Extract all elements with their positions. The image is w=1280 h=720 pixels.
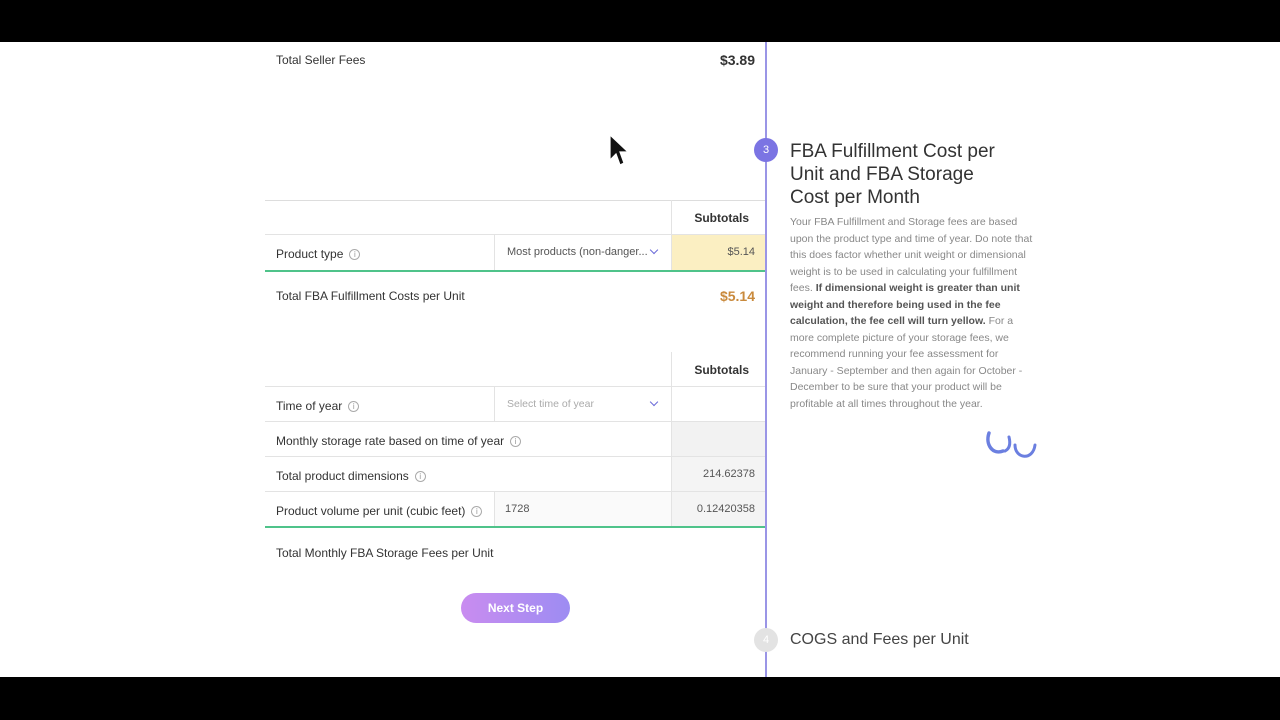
info-icon[interactable]: i [510, 436, 522, 448]
fulfillment-total-label: Total FBA Fulfillment Costs per Unit [276, 289, 465, 303]
step-3-badge[interactable]: 3 [754, 138, 778, 162]
step-4-title: COGS and Fees per Unit [790, 631, 969, 648]
product-type-subtotal-cell: $5.14 [672, 235, 765, 270]
mouse-cursor-icon [609, 134, 630, 166]
volume-cell: 0.12420358 [672, 492, 765, 526]
monthly-rate-label: Monthly storage rate based on time of ye… [276, 434, 522, 448]
section-divider [265, 526, 765, 528]
step-3-title: FBA Fulfillment Cost per Unit and FBA St… [790, 141, 995, 208]
info-icon[interactable]: i [414, 471, 426, 483]
info-icon[interactable]: i [349, 249, 361, 261]
chevron-down-icon [649, 397, 659, 407]
volume-input-value: 1728 [505, 503, 530, 515]
info-icon[interactable]: i [471, 506, 483, 518]
monthly-rate-cell [672, 422, 765, 456]
time-of-year-label: Time of year i [276, 399, 360, 413]
volume-input[interactable]: 1728 [495, 492, 671, 526]
step-3-description: Your FBA Fulfillment and Storage fees ar… [790, 216, 1033, 410]
dimensions-value: 214.62378 [703, 468, 755, 480]
seller-fees-value: $3.89 [719, 52, 755, 68]
calculator-page: Total Seller Fees $3.89 Subtotals Produc… [0, 42, 1280, 677]
info-icon[interactable]: i [348, 401, 360, 413]
volume-label: Product volume per unit (cubic feet) i [276, 504, 483, 518]
fulfillment-subtotals-header: Subtotals [694, 211, 749, 225]
volume-value: 0.12420358 [696, 503, 755, 515]
product-type-subtotal: $5.14 [727, 246, 755, 258]
dimensions-cell: 214.62378 [672, 457, 765, 491]
step-4-badge[interactable]: 4 [754, 628, 778, 652]
product-type-selected: Most products (non-danger... [507, 246, 648, 258]
dimensions-label: Total product dimensions i [276, 469, 426, 483]
table-top-border [265, 200, 765, 201]
section-divider [265, 270, 765, 272]
storage-total-label: Total Monthly FBA Storage Fees per Unit [276, 546, 494, 560]
product-type-label: Product type i [276, 247, 361, 261]
seller-fees-label: Total Seller Fees [276, 53, 366, 67]
chevron-down-icon [649, 245, 659, 255]
product-type-select[interactable]: Most products (non-danger... [495, 235, 671, 270]
storage-subtotals-header: Subtotals [694, 363, 749, 377]
next-step-button[interactable]: Next Step [461, 593, 570, 623]
loading-spinner-icon [986, 431, 1037, 458]
fulfillment-total-value: $5.14 [719, 288, 755, 304]
time-of-year-placeholder: Select time of year [507, 398, 594, 410]
time-of-year-select[interactable]: Select time of year [495, 387, 671, 421]
